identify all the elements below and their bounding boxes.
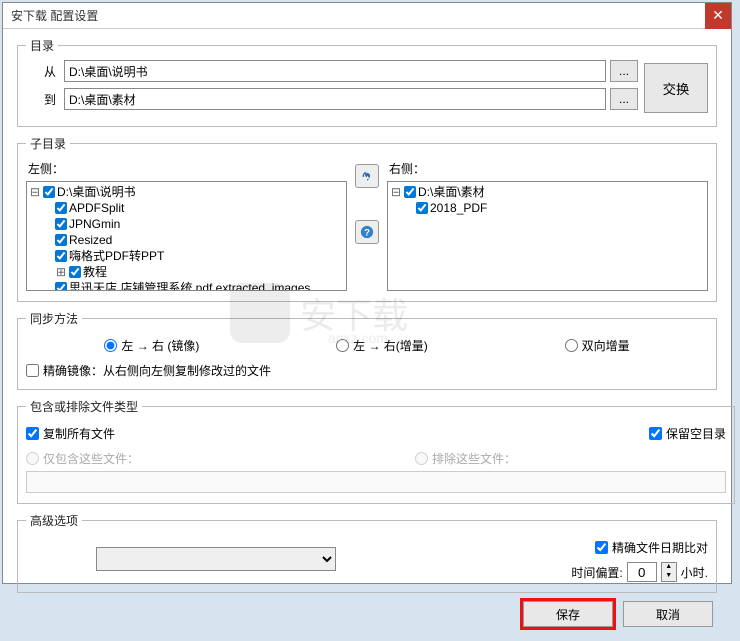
radio-input <box>415 452 428 465</box>
advanced-legend: 高级选项 <box>26 512 82 529</box>
filetype-group: 包含或排除文件类型 复制所有文件 保留空目录 仅包含这些文件： 排除这些文件： <box>17 398 735 504</box>
from-path-input[interactable] <box>64 60 606 82</box>
close-icon: ✕ <box>712 7 724 24</box>
tree-checkbox[interactable] <box>55 202 67 214</box>
collapse-icon[interactable]: ⊟ <box>390 184 402 200</box>
right-side-label: 右侧： <box>389 160 708 177</box>
radio-mirror[interactable]: 左 → 右 (镜像) <box>104 337 199 354</box>
checkbox-input[interactable] <box>595 541 608 554</box>
tree-item-label: APDFSplit <box>69 200 124 216</box>
subdirs-group: 子目录 左侧： ⊟ D:\桌面\说明书 APDFSplit JPNGmin Res… <box>17 135 717 302</box>
browse-to-button[interactable]: ... <box>610 88 638 110</box>
config-dialog: 安下载 配置设置 ✕ 目录 从 ... 到 ... <box>2 2 732 584</box>
left-side-label: 左侧： <box>28 160 347 177</box>
left-tree[interactable]: ⊟ D:\桌面\说明书 APDFSplit JPNGmin Resized 嗨格式… <box>26 181 347 291</box>
subdirs-legend: 子目录 <box>26 135 70 152</box>
checkbox-input[interactable] <box>26 427 39 440</box>
tree-checkbox[interactable] <box>55 234 67 246</box>
help-button[interactable]: ? <box>355 220 379 244</box>
radio-bidirectional[interactable]: 双向增量 <box>565 337 630 354</box>
sync-method-group: 同步方法 左 → 右 (镜像) 左 → 右(增量) 双向增量 精确镜像：从右侧向… <box>17 310 717 390</box>
tree-checkbox[interactable] <box>43 186 55 198</box>
exclude-radio: 排除这些文件： <box>415 450 516 467</box>
radio-incremental[interactable]: 左 → 右(增量) <box>336 337 428 354</box>
directory-legend: 目录 <box>26 37 58 54</box>
swap-button[interactable]: 交换 <box>644 63 708 113</box>
radio-input <box>26 452 39 465</box>
radio-input[interactable] <box>336 339 349 352</box>
date-compare-check[interactable]: 精确文件日期比对 <box>595 539 708 556</box>
tree-checkbox[interactable] <box>55 282 67 291</box>
spin-up-icon[interactable]: ▲ <box>662 563 676 572</box>
directory-group: 目录 从 ... 到 ... 交换 <box>17 37 717 127</box>
tree-item-label: 嗨格式PDF转PPT <box>69 248 164 264</box>
filetype-legend: 包含或排除文件类型 <box>26 398 142 415</box>
tree-item-label: JPNGmin <box>69 216 120 232</box>
collapse-icon[interactable]: ⊟ <box>29 184 41 200</box>
tree-checkbox[interactable] <box>69 266 81 278</box>
tree-root-label: D:\桌面\说明书 <box>57 184 136 200</box>
sync-legend: 同步方法 <box>26 310 82 327</box>
save-button[interactable]: 保存 <box>523 601 613 627</box>
browse-from-button[interactable]: ... <box>610 60 638 82</box>
refresh-icon <box>360 169 374 183</box>
content-area: 目录 从 ... 到 ... 交换 子目 <box>3 29 731 641</box>
tree-item-label: 思迅天店 店铺管理系统.pdf.extracted_images <box>69 280 310 291</box>
checkbox-input[interactable] <box>26 364 39 377</box>
spinner-buttons[interactable]: ▲▼ <box>661 562 677 582</box>
advanced-group: 高级选项 精确文件日期比对 时间偏置: ▲▼ 小时. <box>17 512 717 593</box>
precise-mirror-check[interactable]: 精确镜像：从右侧向左侧复制修改过的文件 <box>26 362 708 379</box>
to-path-input[interactable] <box>64 88 606 110</box>
tree-checkbox[interactable] <box>55 218 67 230</box>
keep-empty-check[interactable]: 保留空目录 <box>649 425 726 442</box>
filetype-input <box>26 471 726 493</box>
cancel-button[interactable]: 取消 <box>623 601 713 627</box>
tree-checkbox[interactable] <box>55 250 67 262</box>
svg-text:?: ? <box>364 228 370 239</box>
time-offset-input[interactable] <box>627 562 657 582</box>
tree-root-label: D:\桌面\素材 <box>418 184 485 200</box>
tree-checkbox[interactable] <box>416 202 428 214</box>
to-label: 到 <box>26 91 56 108</box>
advanced-combo[interactable] <box>96 547 336 571</box>
time-offset-label: 时间偏置: <box>571 564 622 581</box>
checkbox-input[interactable] <box>649 427 662 440</box>
help-icon: ? <box>360 225 374 239</box>
right-tree[interactable]: ⊟ D:\桌面\素材 2018_PDF <box>387 181 708 291</box>
tree-checkbox[interactable] <box>404 186 416 198</box>
window-title: 安下载 配置设置 <box>3 7 98 24</box>
radio-input[interactable] <box>104 339 117 352</box>
radio-input[interactable] <box>565 339 578 352</box>
tree-item-label: 教程 <box>83 264 107 280</box>
from-label: 从 <box>26 63 56 80</box>
include-only-radio: 仅包含这些文件： <box>26 450 139 467</box>
tree-item-label: 2018_PDF <box>430 200 487 216</box>
expand-icon[interactable]: ⊞ <box>55 264 67 280</box>
copy-all-check[interactable]: 复制所有文件 <box>26 425 115 442</box>
close-button[interactable]: ✕ <box>705 3 731 29</box>
hours-label: 小时. <box>681 564 708 581</box>
tree-item-label: Resized <box>69 232 112 248</box>
titlebar: 安下载 配置设置 ✕ <box>3 3 731 29</box>
refresh-button[interactable] <box>355 164 379 188</box>
spin-down-icon[interactable]: ▼ <box>662 572 676 581</box>
